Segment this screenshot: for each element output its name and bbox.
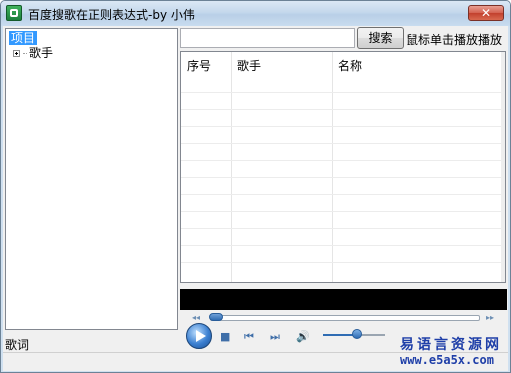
tree-item-singer[interactable]: 歌手 xyxy=(13,47,53,60)
lyrics-label: 歌词 xyxy=(5,338,30,352)
tree-connector xyxy=(23,53,27,54)
stop-icon[interactable]: ■ xyxy=(220,331,230,343)
list-header: 序号 歌手 名称 xyxy=(181,52,505,92)
grid-line xyxy=(181,228,505,229)
app-icon xyxy=(6,5,22,21)
seek-back-icon[interactable]: ◂◂ xyxy=(192,313,200,322)
play-button[interactable] xyxy=(186,323,212,349)
grid-line xyxy=(181,177,505,178)
grid-line xyxy=(181,126,505,127)
column-header-singer[interactable]: 歌手 xyxy=(237,57,261,74)
song-list[interactable]: 序号 歌手 名称 xyxy=(180,51,506,283)
close-button[interactable]: ✕ xyxy=(468,5,504,21)
tree-item-label: 歌手 xyxy=(29,46,54,60)
watermark-title: 易语言资源网 xyxy=(400,337,502,353)
category-tree[interactable]: 项目 歌手 xyxy=(5,28,178,330)
volume-icon[interactable]: 🔊 xyxy=(296,331,310,343)
grid-line xyxy=(181,245,505,246)
seek-thumb[interactable] xyxy=(209,313,223,321)
play-hint-label: 鼠标单击播放播放 xyxy=(406,33,503,47)
seek-bar[interactable] xyxy=(210,315,480,321)
grid-line xyxy=(181,194,505,195)
main-window: 百度搜歌在正则表达式-by 小伟 ✕ 项目 歌手 歌词 搜索 鼠标单击播放播放 … xyxy=(0,0,511,373)
video-display xyxy=(180,289,507,310)
search-input[interactable] xyxy=(180,28,355,48)
list-scrollbar[interactable] xyxy=(501,52,505,282)
next-icon[interactable]: ⏭ xyxy=(270,331,280,343)
tree-root-item[interactable]: 项目 xyxy=(9,31,38,45)
title-bar[interactable]: 百度搜歌在正则表达式-by 小伟 ✕ xyxy=(1,1,510,26)
expand-icon[interactable] xyxy=(13,50,20,57)
grid-line xyxy=(181,143,505,144)
volume-thumb[interactable] xyxy=(352,329,363,339)
client-area: 项目 歌手 歌词 搜索 鼠标单击播放播放 序号 歌手 名称 ◂◂ ▸▸ ■ ⏮ … xyxy=(3,26,508,371)
grid-line xyxy=(181,160,505,161)
grid-line xyxy=(181,211,505,212)
column-header-index[interactable]: 序号 xyxy=(187,57,211,74)
grid-line xyxy=(181,262,505,263)
window-title: 百度搜歌在正则表达式-by 小伟 xyxy=(28,8,195,22)
watermark-url: www.e5a5x.com xyxy=(400,353,494,367)
column-divider xyxy=(231,52,232,282)
grid-line xyxy=(181,92,505,93)
column-divider xyxy=(332,52,333,282)
seek-forward-icon[interactable]: ▸▸ xyxy=(486,313,494,322)
grid-line xyxy=(181,109,505,110)
previous-icon[interactable]: ⏮ xyxy=(244,331,254,343)
search-button[interactable]: 搜索 xyxy=(357,27,404,49)
column-header-name[interactable]: 名称 xyxy=(338,57,362,74)
